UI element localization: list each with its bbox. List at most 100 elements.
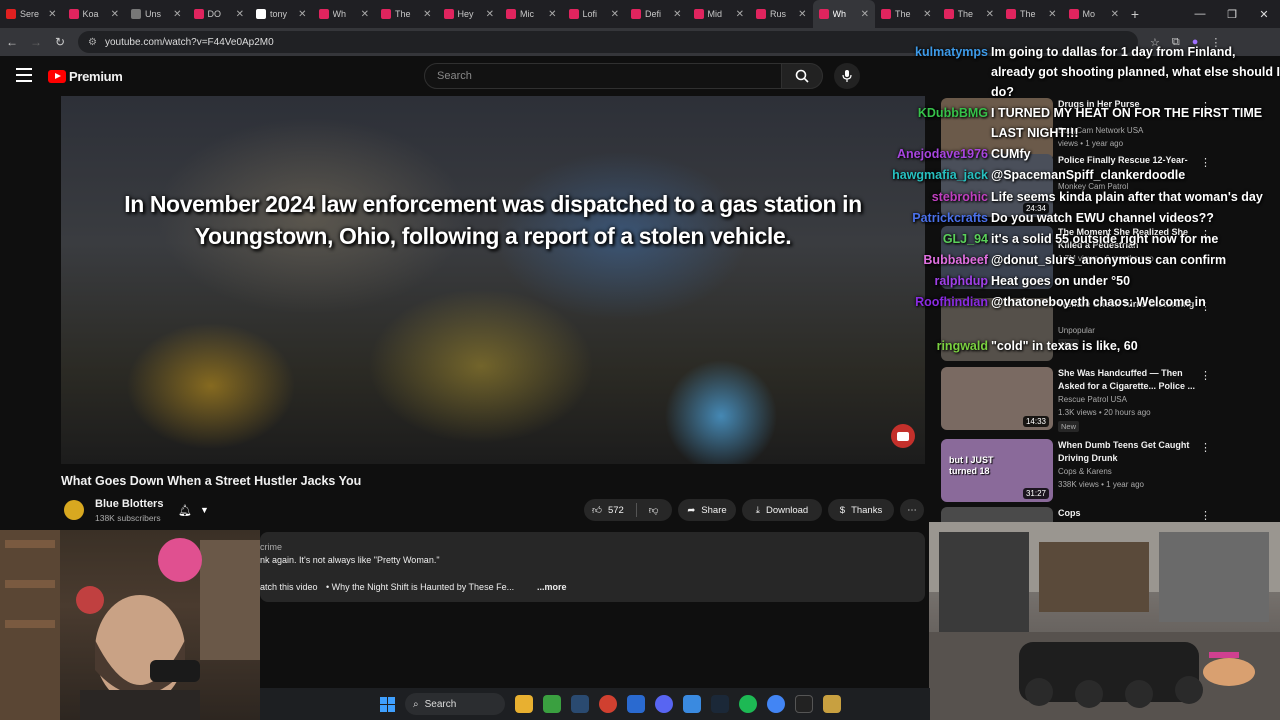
restore-icon[interactable]: ❐ [1216,0,1248,28]
browser-tab[interactable]: Defi ✕ [625,0,688,28]
steam-icon[interactable] [711,695,729,713]
back-icon[interactable]: ← [0,35,24,49]
tab-close-icon[interactable]: ✕ [736,9,744,20]
voice-search-button[interactable] [834,63,860,89]
chat-username[interactable]: Patrickcrafts [912,208,988,228]
tab-close-icon[interactable]: ✕ [111,9,119,20]
description-link[interactable]: • Why the Night Shift is Haunted by Thes… [326,582,514,592]
minimize-icon[interactable]: — [1184,0,1216,28]
terminal-icon[interactable] [795,695,813,713]
tab-close-icon[interactable]: ✕ [548,9,556,20]
related-video-channel[interactable]: Rescue Patrol USA [1058,395,1127,404]
chat-username[interactable]: kulmatymps [915,42,988,62]
browser-tab[interactable]: Mid ✕ [688,0,751,28]
steam-icon[interactable] [571,695,589,713]
taskbar-search[interactable]: ⌕ Search [405,693,505,715]
tab-close-icon[interactable]: ✕ [423,9,431,20]
video-options-icon[interactable]: ⋮ [1200,369,1211,382]
tab-close-icon[interactable]: ✕ [861,9,869,20]
new-tab-button[interactable]: + [1125,6,1145,22]
browser-tab[interactable]: Lofi ✕ [563,0,626,28]
file-explorer-icon[interactable] [515,695,533,713]
like-button[interactable]: 👍︎ 572 [592,504,624,517]
related-video-item[interactable]: 14:33 She Was Handcuffed — Then Asked for… [941,367,1211,433]
chat-username[interactable]: ringwald [937,336,988,356]
related-video-title[interactable]: When Dumb Teens Get Caught Driving Drunk [1058,439,1198,465]
tab-close-icon[interactable]: ✕ [48,9,56,20]
subscribe-watermark-icon[interactable] [891,424,915,448]
chat-username[interactable]: Anejodave1976 [897,144,988,164]
browser-tab[interactable]: Uns ✕ [125,0,188,28]
chrome-icon[interactable] [599,695,617,713]
forward-icon[interactable]: → [24,35,48,49]
app-icon[interactable] [823,695,841,713]
related-video-channel[interactable]: Cops & Karens [1058,467,1112,476]
description-more-link[interactable]: ...more [537,582,567,592]
search-input[interactable]: Search [424,63,782,89]
chrome-icon[interactable] [767,695,785,713]
browser-tab[interactable]: Mic ✕ [500,0,563,28]
video-thumbnail[interactable]: 14:33 [941,367,1053,430]
app-icon[interactable] [683,695,701,713]
tab-close-icon[interactable]: ✕ [798,9,806,20]
browser-tab[interactable]: DO ✕ [188,0,251,28]
discord-icon[interactable] [655,695,673,713]
notification-bell-button[interactable]: 🔔︎ ▼ [178,500,220,520]
windows-start-icon[interactable] [380,696,395,712]
tab-close-icon[interactable]: ✕ [673,9,681,20]
chat-username[interactable]: ralphdup [935,271,988,291]
video-options-icon[interactable]: ⋮ [1200,441,1211,454]
chat-username[interactable]: Roofhindian [915,292,988,312]
browser-tab[interactable]: Sere ✕ [0,0,63,28]
thanks-button[interactable]: $ Thanks [828,499,894,521]
app-icon[interactable] [627,695,645,713]
chat-username[interactable]: KDubbBMG [918,103,988,123]
tab-close-icon[interactable]: ✕ [236,9,244,20]
browser-tab[interactable]: Rus ✕ [750,0,813,28]
browser-tab[interactable]: Hey ✕ [438,0,501,28]
chat-username[interactable]: Bubbabeef [923,250,988,270]
hamburger-menu-icon[interactable] [16,68,32,82]
browser-tab[interactable]: tony ✕ [250,0,313,28]
related-video-title[interactable]: Cops [1058,507,1198,520]
browser-tab[interactable]: The ✕ [375,0,438,28]
browser-tab[interactable]: The ✕ [1000,0,1063,28]
search-button[interactable] [781,63,823,89]
tab-close-icon[interactable]: ✕ [1111,9,1119,20]
tab-close-icon[interactable]: ✕ [298,9,306,20]
video-player[interactable]: In November 2024 law enforcement was dis… [61,96,925,464]
share-button[interactable]: ➦ Share [678,499,736,521]
tab-close-icon[interactable]: ✕ [923,9,931,20]
tab-close-icon[interactable]: ✕ [486,9,494,20]
chat-username[interactable]: hawgmafia_jack [892,165,988,185]
channel-name[interactable]: Blue Blotters [95,498,163,510]
chat-username[interactable]: GLJ_94 [943,229,988,249]
video-thumbnail[interactable]: but I JUST turned 18 31:27 [941,439,1053,502]
browser-tab[interactable]: Wh ✕ [313,0,376,28]
tab-close-icon[interactable]: ✕ [611,9,619,20]
youtube-logo[interactable]: Premium [48,69,123,84]
description-box[interactable]: crime nk again. It's not always like "Pr… [260,532,925,602]
related-video-title[interactable]: She Was Handcuffed — Then Asked for a Ci… [1058,367,1198,393]
close-icon[interactable]: ✕ [1248,0,1280,28]
app-icon[interactable] [543,695,561,713]
tab-close-icon[interactable]: ✕ [986,9,994,20]
site-info-icon[interactable]: ⚙ [88,37,97,48]
channel-avatar[interactable] [64,500,84,520]
tab-close-icon[interactable]: ✕ [173,9,181,20]
reload-icon[interactable]: ↻ [48,35,72,49]
chat-username[interactable]: stebrohic [932,187,988,207]
browser-tab[interactable]: The ✕ [875,0,938,28]
thumbs-down-icon[interactable]: 👎︎ [649,504,659,516]
related-video-item[interactable]: but I JUST turned 18 31:27 When Dumb Teens… [941,439,1211,505]
tab-close-icon[interactable]: ✕ [1048,9,1056,20]
browser-tab[interactable]: Mo ✕ [1063,0,1126,28]
more-actions-button[interactable]: ⋯ [900,499,924,521]
tab-close-icon[interactable]: ✕ [361,9,369,20]
related-video-channel[interactable]: Unpopular [1058,326,1095,335]
spotify-icon[interactable] [739,695,757,713]
download-button[interactable]: ⤓ Download [742,499,822,521]
browser-tab[interactable]: The ✕ [938,0,1001,28]
browser-tab[interactable]: Koa ✕ [63,0,126,28]
video-options-icon[interactable]: ⋮ [1200,509,1211,522]
